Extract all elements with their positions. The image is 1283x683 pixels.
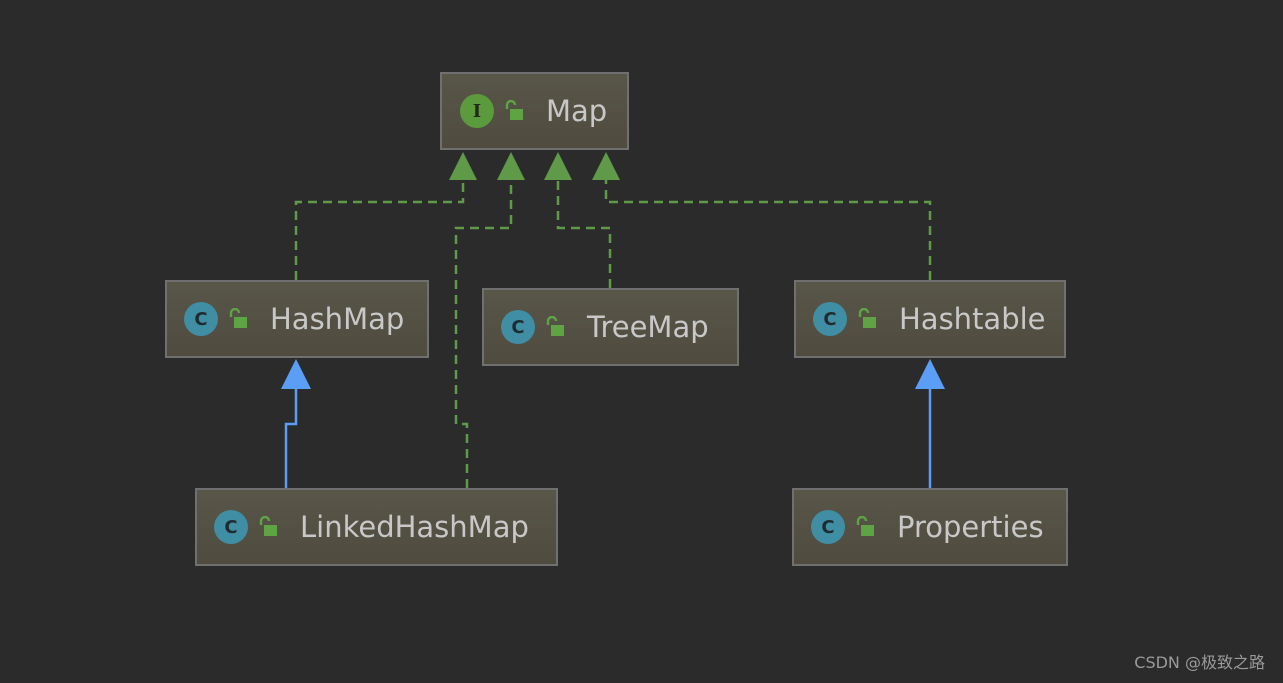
- node-label-properties: Properties: [897, 510, 1044, 544]
- arrowhead-treemap-implements-map: [544, 152, 572, 180]
- uml-diagram-canvas: I Map C HashMap C TreeMap C Hashtable C: [0, 0, 1283, 683]
- class-icon: C: [184, 302, 218, 336]
- node-label-linkedhashmap: LinkedHashMap: [300, 510, 529, 544]
- arrowhead-properties-extends-hashtable: [915, 359, 945, 389]
- node-hashmap[interactable]: C HashMap: [165, 280, 429, 358]
- node-map[interactable]: I Map: [440, 72, 629, 150]
- interface-icon: I: [460, 94, 494, 128]
- node-properties[interactable]: C Properties: [792, 488, 1068, 566]
- node-label-hashmap: HashMap: [270, 302, 405, 336]
- node-label-hashtable: Hashtable: [899, 302, 1046, 336]
- node-label-treemap: TreeMap: [587, 310, 709, 344]
- edge-hashmap-implements-map: [294, 180, 465, 280]
- arrowhead-linkedhashmap-extends-hashmap: [281, 359, 311, 389]
- node-linkedhashmap[interactable]: C LinkedHashMap: [195, 488, 558, 566]
- node-treemap[interactable]: C TreeMap: [482, 288, 739, 366]
- arrowhead-hashtable-implements-map: [592, 152, 620, 180]
- edge-linkedhashmap-extends-hashmap: [284, 388, 298, 488]
- watermark: CSDN @极致之路: [1134, 653, 1265, 672]
- node-label-map: Map: [546, 94, 608, 128]
- class-icon: C: [813, 302, 847, 336]
- public-lock-icon: [857, 308, 877, 330]
- class-icon: C: [501, 310, 535, 344]
- public-lock-icon: [258, 516, 278, 538]
- arrowhead-hashmap-implements-map: [449, 152, 477, 180]
- class-icon: C: [811, 510, 845, 544]
- edge-treemap-implements-map: [556, 180, 612, 288]
- edge-hashtable-implements-map: [604, 180, 932, 280]
- public-lock-icon: [855, 516, 875, 538]
- class-icon: C: [214, 510, 248, 544]
- arrowhead-linkedhashmap-implements-map: [497, 152, 525, 180]
- node-hashtable[interactable]: C Hashtable: [794, 280, 1066, 358]
- public-lock-icon: [504, 100, 524, 122]
- public-lock-icon: [545, 316, 565, 338]
- public-lock-icon: [228, 308, 248, 330]
